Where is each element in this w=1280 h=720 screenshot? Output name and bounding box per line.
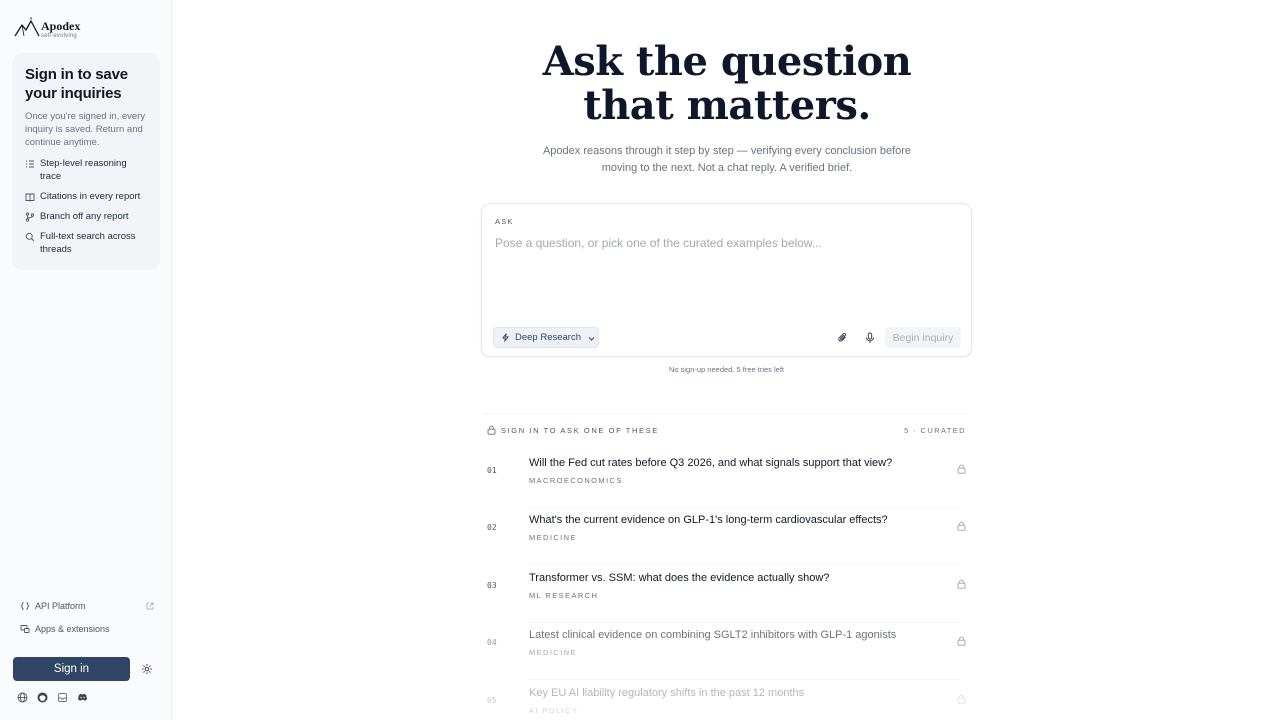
question-text: Transformer vs. SSM: what does the evide… [529, 572, 830, 584]
mountain-logo-icon [14, 16, 40, 43]
question-number: 01 [487, 466, 497, 475]
feature-item: Citations in every report [25, 190, 148, 203]
archive-icon[interactable] [57, 692, 68, 703]
lock-icon [487, 425, 496, 435]
lock-icon [957, 579, 966, 589]
brand-tagline: self-evolving [41, 33, 77, 39]
hero-subtitle: Apodex reasons through it step by step —… [542, 145, 912, 174]
github-icon[interactable] [37, 692, 48, 703]
apps-icon [20, 624, 30, 634]
hero-title-line-1: Ask the question [542, 38, 912, 85]
ask-label: ASK [495, 217, 514, 226]
feature-item: Step-level reasoning trace [25, 157, 148, 183]
question-category: ML RESEARCH [529, 591, 599, 600]
question-category: MEDICINE [529, 533, 577, 542]
sign-in-button[interactable]: Sign in [13, 657, 130, 681]
curated-heading: SIGN IN TO ASK ONE OF THESE [501, 426, 659, 435]
sidebar-links: API Platform Apps & extensions [20, 600, 154, 646]
api-platform-link[interactable]: API Platform [20, 600, 154, 612]
gear-icon[interactable] [141, 663, 153, 675]
code-braces-icon [20, 601, 30, 611]
brand-logo[interactable]: Apodex self-evolving [14, 16, 80, 43]
microphone-icon[interactable] [864, 332, 876, 344]
row-divider [529, 679, 961, 680]
feature-label: Step-level reasoning trace [40, 158, 127, 182]
api-platform-label: API Platform [35, 601, 86, 611]
ask-panel: ASK Deep Research Begin inquiry [481, 203, 972, 357]
question-text: Latest clinical evidence on combining SG… [529, 629, 897, 641]
question-input[interactable] [495, 236, 957, 316]
brand-name: Apodex [41, 19, 81, 33]
curated-count: 5 · CURATED [904, 426, 966, 435]
branch-icon [25, 212, 35, 222]
paperclip-icon[interactable] [837, 332, 849, 344]
feature-item: Full-text search across threads [25, 230, 148, 256]
curated-question-item[interactable]: 03 Transformer vs. SSM: what does the ev… [483, 566, 969, 623]
question-category: MEDICINE [529, 648, 577, 657]
signin-card-description: Once you're signed in, every inquiry is … [25, 111, 146, 148]
curated-question-item[interactable]: 04 Latest clinical evidence on combining… [483, 623, 969, 680]
lock-icon [957, 464, 966, 474]
question-text: What's the current evidence on GLP-1's l… [529, 514, 888, 526]
signin-card-title: Sign in to save your inquiries [25, 66, 128, 102]
begin-inquiry-button[interactable]: Begin inquiry [885, 327, 961, 348]
curated-question-item[interactable]: 05 Key EU AI liability regulatory shifts… [483, 681, 969, 720]
row-divider [529, 564, 961, 565]
feature-list: Step-level reasoning trace Citations in … [25, 157, 148, 256]
globe-icon[interactable] [17, 692, 28, 703]
question-number: 05 [487, 696, 497, 705]
hero-title-line-2: that matters. [583, 82, 871, 129]
question-category: MACROECONOMICS [529, 476, 623, 485]
book-icon [25, 192, 35, 202]
list-steps-icon [25, 159, 35, 169]
curated-question-item[interactable]: 01 Will the Fed cut rates before Q3 2026… [483, 451, 969, 508]
research-mode-label: Deep Research [515, 332, 582, 343]
curated-question-item[interactable]: 02 What's the current evidence on GLP-1'… [483, 508, 969, 565]
lock-icon [957, 636, 966, 646]
lock-icon [957, 694, 966, 704]
lightning-icon [501, 333, 510, 342]
lock-icon [957, 521, 966, 531]
research-mode-dropdown[interactable]: Deep Research [493, 327, 599, 348]
feature-label: Full-text search across threads [40, 231, 136, 255]
external-link-icon [146, 602, 154, 610]
question-text: Will the Fed cut rates before Q3 2026, a… [529, 457, 893, 469]
discord-icon[interactable] [77, 692, 88, 703]
question-category: AI POLICY [529, 706, 579, 715]
apps-extensions-link[interactable]: Apps & extensions [20, 623, 154, 635]
question-number: 02 [487, 523, 497, 532]
question-number: 04 [487, 638, 497, 647]
curated-header: SIGN IN TO ASK ONE OF THESE 5 · CURATED [483, 413, 969, 443]
feature-label: Citations in every report [40, 191, 141, 202]
feature-label: Branch off any report [40, 211, 129, 222]
social-links [17, 692, 97, 703]
chevron-down-icon [587, 334, 595, 342]
hero-title: Ask the question that matters. [480, 40, 974, 128]
signin-promo-card: Sign in to save your inquiries Once you'… [12, 53, 160, 270]
question-number: 03 [487, 581, 497, 590]
apps-extensions-label: Apps & extensions [35, 624, 110, 634]
free-tries-note: No sign-up needed. 5 free tries left [668, 365, 785, 374]
search-icon [25, 232, 35, 242]
question-text: Key EU AI liability regulatory shifts in… [529, 687, 805, 699]
feature-item: Branch off any report [25, 210, 148, 223]
sidebar: Apodex self-evolving Sign in to save you… [0, 0, 172, 720]
